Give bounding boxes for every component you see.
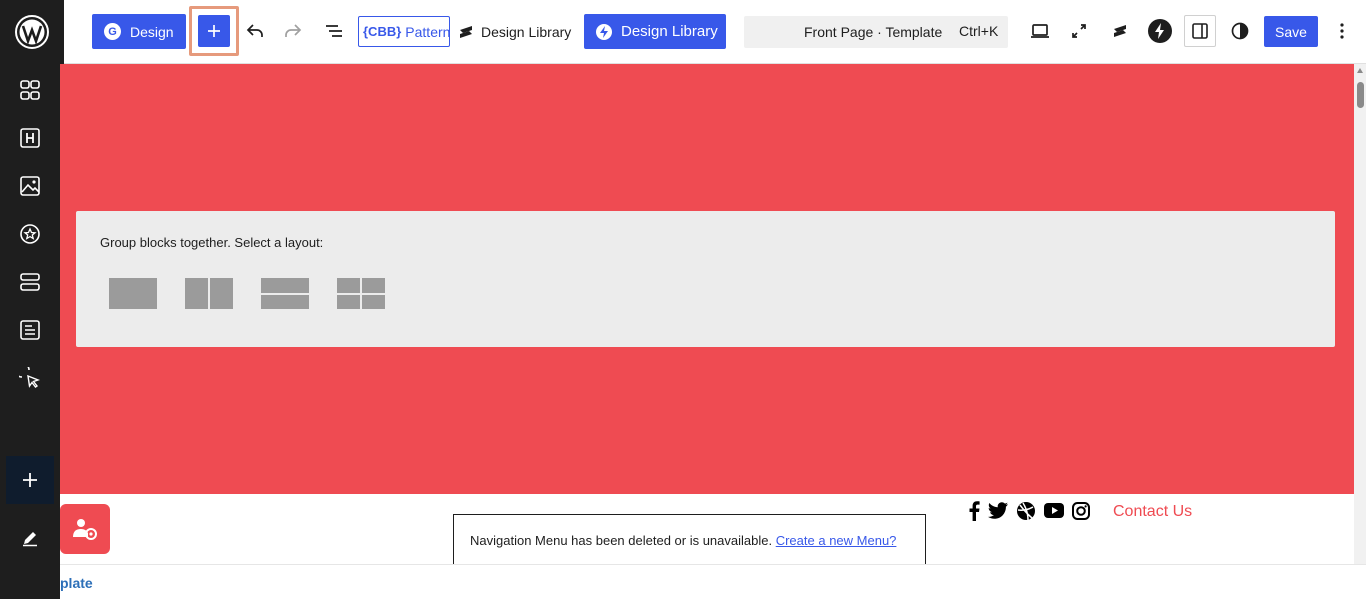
sidebar-add-button[interactable] [6, 456, 54, 504]
layout-option-group[interactable] [109, 277, 159, 311]
lightning-icon[interactable] [1145, 16, 1175, 46]
users-gear-icon [73, 519, 97, 540]
design-badge-icon: G [104, 23, 121, 40]
floating-users-badge[interactable] [60, 504, 110, 554]
twitter-icon[interactable] [988, 501, 1008, 525]
scroll-thumb[interactable] [1357, 82, 1364, 108]
post-content-icon[interactable] [10, 310, 50, 350]
styles-contrast-icon[interactable] [1225, 16, 1255, 46]
stackable-logo-icon [460, 25, 472, 38]
add-block-button[interactable] [198, 15, 230, 47]
template-title: Front Page · Template [804, 24, 943, 40]
pencil-icon[interactable] [10, 518, 50, 558]
editor-sidebar [0, 0, 64, 599]
cbb-badge: {CBB} [363, 24, 402, 39]
scroll-up-arrow-icon[interactable] [1357, 68, 1363, 73]
undo-icon[interactable] [240, 16, 270, 46]
design-button[interactable]: G Design [92, 14, 186, 49]
social-icons [968, 500, 1090, 526]
design-library-text-label: Design Library [481, 23, 572, 40]
editor-footer: plate [60, 564, 1366, 599]
design-library-button-label: Design Library [621, 23, 718, 40]
facebook-icon[interactable] [968, 500, 980, 526]
navigation-notice-text: Navigation Menu has been deleted or is u… [470, 533, 773, 548]
heading-block-icon[interactable] [10, 118, 50, 158]
stackable-logo-icon[interactable] [1105, 16, 1135, 46]
star-circle-icon[interactable] [10, 214, 50, 254]
group-prompt: Group blocks together. Select a layout: [100, 235, 324, 250]
layout-option-row[interactable] [185, 277, 235, 311]
cbb-pattern-button[interactable]: {CBB} Pattern [358, 16, 450, 47]
editor-toolbar: G Design {CBB} Pattern Design Library De… [64, 0, 1366, 64]
contact-us-link[interactable]: Contact Us [1113, 503, 1192, 521]
navigation-notice: Navigation Menu has been deleted or is u… [453, 514, 926, 564]
lightning-icon [596, 23, 612, 40]
layout-rows-icon[interactable] [10, 262, 50, 302]
breadcrumb[interactable]: plate [60, 575, 93, 591]
image-block-icon[interactable] [10, 166, 50, 206]
pattern-label: Pattern [405, 23, 451, 40]
command-palette-bar[interactable]: Front Page · Template Ctrl+K [744, 16, 1008, 48]
canvas-scrollbar[interactable] [1354, 64, 1366, 564]
design-library-text-button[interactable]: Design Library [458, 16, 571, 47]
plus-icon [208, 25, 220, 37]
layout-option-stack[interactable] [261, 277, 311, 311]
more-options-icon[interactable] [1327, 16, 1357, 46]
command-shortcut: Ctrl+K [959, 23, 999, 39]
desktop-preview-icon[interactable] [1025, 16, 1055, 46]
group-placeholder[interactable]: Group blocks together. Select a layout: [76, 211, 1335, 347]
design-library-button[interactable]: Design Library [584, 14, 726, 49]
patterns-grid-icon[interactable] [10, 70, 50, 110]
cursor-click-icon[interactable] [10, 358, 50, 398]
dribbble-icon[interactable] [1016, 501, 1036, 526]
save-button[interactable]: Save [1264, 16, 1318, 47]
design-label: Design [130, 23, 174, 40]
create-menu-link[interactable]: Create a new Menu? [776, 533, 897, 548]
wordpress-logo-icon[interactable] [0, 0, 64, 64]
layout-option-grid[interactable] [337, 277, 387, 311]
instagram-icon[interactable] [1072, 501, 1090, 525]
redo-icon[interactable] [278, 16, 308, 46]
settings-sidebar-icon[interactable] [1184, 15, 1216, 47]
youtube-icon[interactable] [1044, 503, 1064, 523]
document-outline-icon[interactable] [319, 16, 349, 46]
fullscreen-icon[interactable] [1064, 16, 1094, 46]
editor-canvas: Group blocks together. Select a layout: [60, 64, 1354, 564]
plus-icon [23, 473, 37, 487]
